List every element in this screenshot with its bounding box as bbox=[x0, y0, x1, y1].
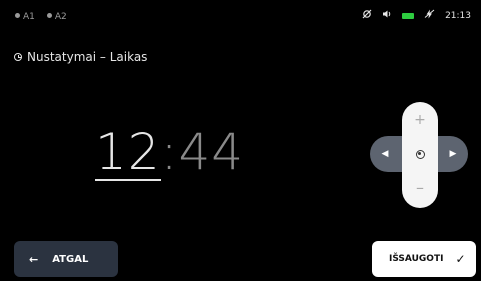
status-time: 21:13 bbox=[445, 10, 471, 21]
indicator-a: A1 bbox=[15, 12, 35, 22]
dpad-left-button[interactable]: ◀ bbox=[370, 136, 400, 172]
indicator-b-label: A2 bbox=[54, 12, 67, 22]
page-title-label: Nustatymai – Laikas bbox=[27, 50, 148, 64]
minus-icon: – bbox=[416, 177, 424, 197]
arrow-left-icon: ← bbox=[29, 252, 39, 266]
signal-slash-icon bbox=[362, 9, 372, 22]
indicator-a-label: A1 bbox=[23, 12, 35, 22]
save-label: IŠSAUGOTI bbox=[389, 254, 444, 264]
back-button[interactable]: ← ATGAL bbox=[14, 241, 118, 277]
decrement-button[interactable]: – bbox=[402, 172, 438, 202]
status-indicators: A1 A2 bbox=[15, 12, 67, 22]
select-icon bbox=[415, 149, 425, 159]
status-bar: A1 A2 21:13 bbox=[0, 0, 481, 34]
chevron-right-icon: ▶ bbox=[449, 149, 457, 159]
dpad-center-button[interactable] bbox=[412, 146, 428, 162]
dpad-right-button[interactable]: ▶ bbox=[438, 136, 468, 172]
chevron-left-icon: ◀ bbox=[381, 149, 389, 159]
save-button[interactable]: IŠSAUGOTI ✓ bbox=[372, 241, 476, 277]
no-charge-icon bbox=[424, 9, 435, 22]
time-display: 12:44 bbox=[95, 122, 244, 182]
hours-field[interactable]: 12 bbox=[95, 125, 161, 181]
back-label: ATGAL bbox=[52, 253, 89, 265]
minutes-field[interactable]: 44 bbox=[178, 123, 244, 181]
dot-icon bbox=[15, 13, 20, 18]
check-icon: ✓ bbox=[455, 252, 466, 266]
plus-icon: + bbox=[414, 112, 426, 128]
time-separator: : bbox=[160, 123, 179, 181]
page-title: Nustatymai – Laikas bbox=[14, 50, 147, 64]
indicator-b: A2 bbox=[46, 12, 67, 22]
speaker-icon bbox=[382, 9, 392, 22]
increment-button[interactable]: + bbox=[402, 105, 438, 135]
dot-icon bbox=[46, 13, 52, 18]
clock-icon bbox=[14, 53, 22, 61]
battery-icon bbox=[402, 12, 415, 19]
status-tray: 21:13 bbox=[362, 9, 471, 22]
